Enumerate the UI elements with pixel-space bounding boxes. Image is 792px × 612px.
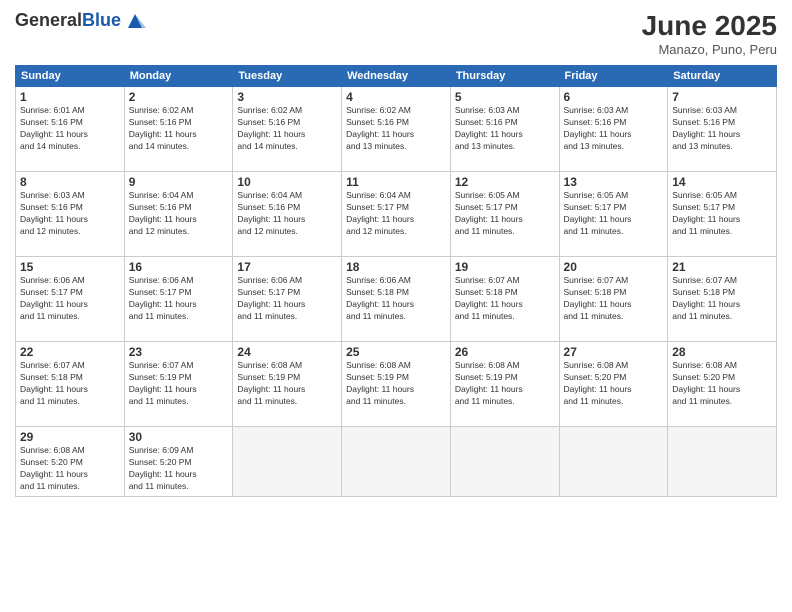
empty-3	[450, 427, 559, 497]
day-12: 12 Sunrise: 6:05 AMSunset: 5:17 PMDaylig…	[450, 172, 559, 257]
week-row-1: 1 Sunrise: 6:01 AMSunset: 5:16 PMDayligh…	[16, 87, 777, 172]
day-25: 25 Sunrise: 6:08 AMSunset: 5:19 PMDaylig…	[342, 342, 451, 427]
day-22: 22 Sunrise: 6:07 AMSunset: 5:18 PMDaylig…	[16, 342, 125, 427]
day-2: 2 Sunrise: 6:02 AMSunset: 5:16 PMDayligh…	[124, 87, 233, 172]
day-14: 14 Sunrise: 6:05 AMSunset: 5:17 PMDaylig…	[668, 172, 777, 257]
day-17: 17 Sunrise: 6:06 AMSunset: 5:17 PMDaylig…	[233, 257, 342, 342]
day-28: 28 Sunrise: 6:08 AMSunset: 5:20 PMDaylig…	[668, 342, 777, 427]
weekday-header-row: Sunday Monday Tuesday Wednesday Thursday…	[16, 66, 777, 87]
month-title: June 2025	[642, 10, 777, 42]
day-6: 6 Sunrise: 6:03 AMSunset: 5:16 PMDayligh…	[559, 87, 668, 172]
day-10: 10 Sunrise: 6:04 AMSunset: 5:16 PMDaylig…	[233, 172, 342, 257]
logo-blue-text: Blue	[82, 10, 121, 30]
day-24: 24 Sunrise: 6:08 AMSunset: 5:19 PMDaylig…	[233, 342, 342, 427]
week-row-3: 15 Sunrise: 6:06 AMSunset: 5:17 PMDaylig…	[16, 257, 777, 342]
empty-1	[233, 427, 342, 497]
header-tuesday: Tuesday	[233, 66, 342, 87]
day-29: 29 Sunrise: 6:08 AMSunset: 5:20 PMDaylig…	[16, 427, 125, 497]
logo: GeneralBlue	[15, 10, 146, 32]
location: Manazo, Puno, Peru	[642, 42, 777, 57]
day-15: 15 Sunrise: 6:06 AMSunset: 5:17 PMDaylig…	[16, 257, 125, 342]
day-7: 7 Sunrise: 6:03 AMSunset: 5:16 PMDayligh…	[668, 87, 777, 172]
header-sunday: Sunday	[16, 66, 125, 87]
empty-5	[668, 427, 777, 497]
day-20: 20 Sunrise: 6:07 AMSunset: 5:18 PMDaylig…	[559, 257, 668, 342]
day-23: 23 Sunrise: 6:07 AMSunset: 5:19 PMDaylig…	[124, 342, 233, 427]
logo-icon	[124, 10, 146, 32]
day-18: 18 Sunrise: 6:06 AMSunset: 5:18 PMDaylig…	[342, 257, 451, 342]
empty-2	[342, 427, 451, 497]
day-5: 5 Sunrise: 6:03 AMSunset: 5:16 PMDayligh…	[450, 87, 559, 172]
header-wednesday: Wednesday	[342, 66, 451, 87]
day-27: 27 Sunrise: 6:08 AMSunset: 5:20 PMDaylig…	[559, 342, 668, 427]
week-row-5: 29 Sunrise: 6:08 AMSunset: 5:20 PMDaylig…	[16, 427, 777, 497]
header-monday: Monday	[124, 66, 233, 87]
header-saturday: Saturday	[668, 66, 777, 87]
day-9: 9 Sunrise: 6:04 AMSunset: 5:16 PMDayligh…	[124, 172, 233, 257]
page: GeneralBlue June 2025 Manazo, Puno, Peru…	[0, 0, 792, 612]
week-row-4: 22 Sunrise: 6:07 AMSunset: 5:18 PMDaylig…	[16, 342, 777, 427]
day-3: 3 Sunrise: 6:02 AMSunset: 5:16 PMDayligh…	[233, 87, 342, 172]
logo-general-text: General	[15, 10, 82, 30]
calendar-table: Sunday Monday Tuesday Wednesday Thursday…	[15, 65, 777, 497]
day-11: 11 Sunrise: 6:04 AMSunset: 5:17 PMDaylig…	[342, 172, 451, 257]
day-13: 13 Sunrise: 6:05 AMSunset: 5:17 PMDaylig…	[559, 172, 668, 257]
day-21: 21 Sunrise: 6:07 AMSunset: 5:18 PMDaylig…	[668, 257, 777, 342]
day-8: 8 Sunrise: 6:03 AMSunset: 5:16 PMDayligh…	[16, 172, 125, 257]
header: GeneralBlue June 2025 Manazo, Puno, Peru	[15, 10, 777, 57]
empty-4	[559, 427, 668, 497]
header-thursday: Thursday	[450, 66, 559, 87]
day-19: 19 Sunrise: 6:07 AMSunset: 5:18 PMDaylig…	[450, 257, 559, 342]
day-4: 4 Sunrise: 6:02 AMSunset: 5:16 PMDayligh…	[342, 87, 451, 172]
day-26: 26 Sunrise: 6:08 AMSunset: 5:19 PMDaylig…	[450, 342, 559, 427]
week-row-2: 8 Sunrise: 6:03 AMSunset: 5:16 PMDayligh…	[16, 172, 777, 257]
day-16: 16 Sunrise: 6:06 AMSunset: 5:17 PMDaylig…	[124, 257, 233, 342]
header-friday: Friday	[559, 66, 668, 87]
title-block: June 2025 Manazo, Puno, Peru	[642, 10, 777, 57]
day-1: 1 Sunrise: 6:01 AMSunset: 5:16 PMDayligh…	[16, 87, 125, 172]
day-30: 30 Sunrise: 6:09 AMSunset: 5:20 PMDaylig…	[124, 427, 233, 497]
